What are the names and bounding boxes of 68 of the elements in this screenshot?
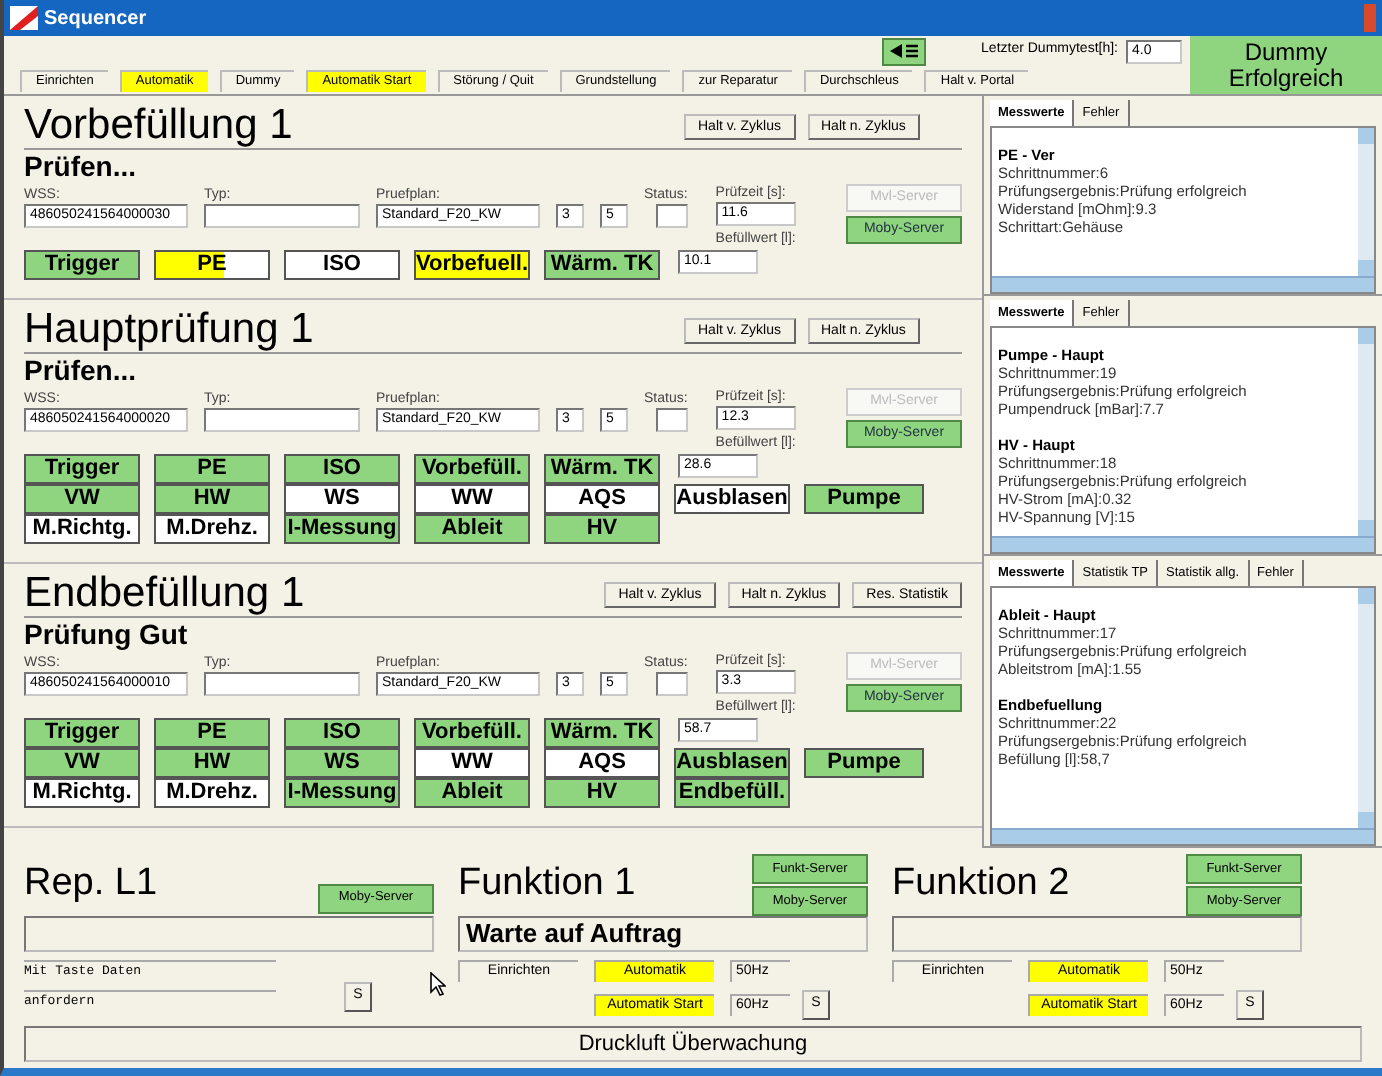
status-indicator: Wärm. TK — [544, 454, 660, 484]
status-indicator: PE — [154, 454, 270, 484]
status-indicator: Trigger — [24, 718, 140, 748]
horn-button[interactable] — [881, 37, 926, 65]
status-indicator: Ableit — [414, 778, 530, 808]
status-indicator: Endbefüll. — [674, 778, 790, 808]
status-indicator: VW — [24, 484, 140, 514]
station-status: Prüfen... — [24, 354, 139, 386]
status-indicator: Vorbefüll. — [414, 718, 530, 748]
station-title: Endbefüllung 1 — [24, 572, 307, 616]
status-indicator: Vorbefüll. — [414, 454, 530, 484]
text-field[interactable] — [655, 408, 688, 432]
status-indicator: Ausblasen — [674, 748, 790, 778]
status-field: Warte auf Auftrag — [458, 916, 868, 952]
dummy-status-panel: Dummy Erfolgreich — [1190, 36, 1382, 94]
app-logo-icon — [10, 6, 38, 30]
status-indicator: AQS — [544, 484, 660, 514]
status-indicator: I-Messung — [284, 778, 400, 808]
function-title: Funktion 1 — [458, 864, 638, 904]
text-field[interactable] — [204, 408, 360, 432]
status-indicator: Trigger — [24, 250, 140, 280]
status-indicator: Ausblasen — [674, 484, 790, 514]
status-indicator: VW — [24, 748, 140, 778]
status-indicator: Trigger — [24, 454, 140, 484]
status-indicator: WW — [414, 484, 530, 514]
vertical-scrollbar[interactable] — [1358, 128, 1374, 276]
status-indicator: M.Richtg. — [24, 514, 140, 544]
status-indicator: HV — [544, 514, 660, 544]
status-indicator: HW — [154, 748, 270, 778]
status-indicator: WS — [284, 748, 400, 778]
text-field[interactable] — [655, 204, 688, 228]
status-indicator: Pumpe — [804, 484, 924, 514]
text-field[interactable] — [204, 672, 360, 696]
horizontal-scrollbar[interactable] — [992, 828, 1374, 844]
status-indicator: WW — [414, 748, 530, 778]
horizontal-scrollbar[interactable] — [992, 536, 1374, 552]
status-indicator: Wärm. TK — [544, 718, 660, 748]
status-indicator: Wärm. TK — [544, 250, 660, 280]
status-indicator: M.Drehz. — [154, 778, 270, 808]
status-indicator: PE — [154, 718, 270, 748]
status-indicator: I-Messung — [284, 514, 400, 544]
horizontal-scrollbar[interactable] — [992, 276, 1374, 292]
status-indicator: HW — [154, 484, 270, 514]
status-indicator: Vorbefuell. — [414, 250, 530, 280]
status-indicator: AQS — [544, 748, 660, 778]
text-field[interactable] — [655, 672, 688, 696]
vertical-scrollbar[interactable] — [1358, 588, 1374, 828]
window-title: Sequencer — [44, 5, 147, 33]
repair-title: Rep. L1 — [24, 864, 160, 904]
status-indicator: ISO — [284, 250, 400, 280]
status-indicator: Pumpe — [804, 748, 924, 778]
status-indicator: HV — [544, 778, 660, 808]
status-indicator: Ableit — [414, 514, 530, 544]
text-field[interactable] — [204, 204, 360, 228]
station-title: Vorbefüllung 1 — [24, 104, 295, 148]
vertical-scrollbar[interactable] — [1358, 328, 1374, 536]
status-indicator: M.Richtg. — [24, 778, 140, 808]
status-indicator: ISO — [284, 718, 400, 748]
station-status: Prüfung Gut — [24, 618, 190, 650]
status-indicator: WS — [284, 484, 400, 514]
mouse-cursor-icon — [430, 972, 446, 996]
status-indicator: M.Drehz. — [154, 514, 270, 544]
footer-status: Druckluft Überwachung — [24, 1026, 1362, 1062]
function-title: Funktion 2 — [892, 864, 1072, 904]
status-indicator: ISO — [284, 454, 400, 484]
horn-icon — [887, 42, 920, 60]
station-status: Prüfen... — [24, 150, 139, 182]
station-title: Hauptprüfung 1 — [24, 308, 316, 352]
